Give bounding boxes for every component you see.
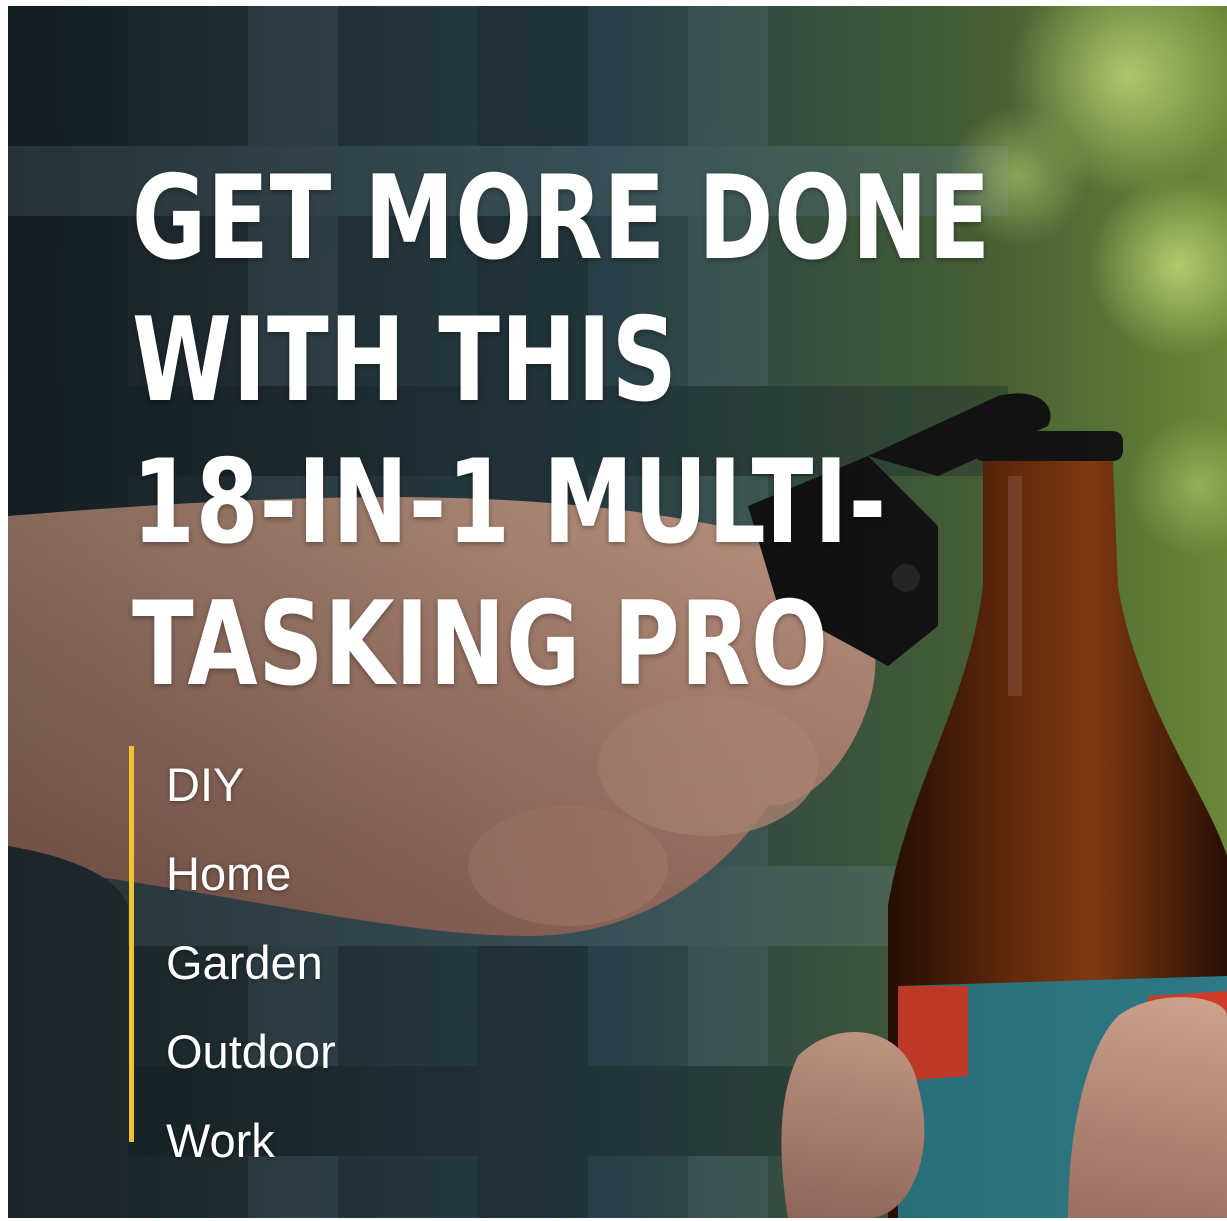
headline: GET MORE DONE WITH THIS 18-IN-1 MULTI- T… <box>132 148 991 716</box>
use-case-list: DIY Home Garden Outdoor Work <box>166 740 336 1185</box>
use-case-item: Work <box>166 1114 275 1167</box>
headline-line-4: TASKING PRO <box>132 577 829 712</box>
use-case-item: Home <box>166 847 292 900</box>
headline-line-1: GET MORE DONE <box>132 151 991 286</box>
accent-bar <box>129 746 134 1142</box>
banner-frame: GET MORE DONE WITH THIS 18-IN-1 MULTI- T… <box>0 0 1227 1221</box>
headline-line-3: 18-IN-1 MULTI- <box>132 435 887 570</box>
headline-line-2: WITH THIS <box>132 293 678 428</box>
use-case-item: DIY <box>166 758 245 811</box>
use-case-item: Outdoor <box>166 1025 336 1078</box>
use-case-item: Garden <box>166 936 323 989</box>
